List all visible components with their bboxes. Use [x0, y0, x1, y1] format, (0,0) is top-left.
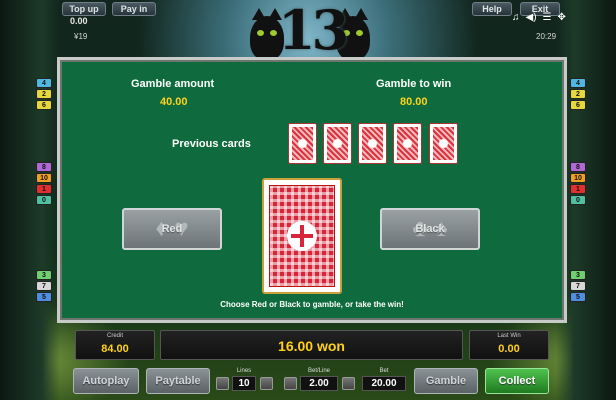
payline-badge[interactable]: 4: [36, 78, 52, 88]
payline-badge[interactable]: 5: [570, 292, 586, 302]
red-button-label: Red: [161, 223, 183, 235]
previous-card: [393, 123, 422, 164]
paylines-right-top: 426: [570, 78, 588, 110]
card-back-emblem: [287, 221, 317, 251]
payline-badge[interactable]: 1: [570, 184, 586, 194]
credit-box: Credit 84.00: [75, 330, 155, 360]
paylines-right-bot: 375: [570, 270, 588, 302]
paylines-left-top: 426: [36, 78, 54, 110]
bet-label: Bet: [379, 368, 389, 374]
top-up-value: 0.00: [70, 16, 88, 26]
collect-button[interactable]: Collect: [485, 368, 549, 394]
bet-line-decrease-button[interactable]: [284, 377, 297, 390]
payline-badge[interactable]: 0: [36, 195, 52, 205]
payline-badge[interactable]: 5: [36, 292, 52, 302]
lines-label: Lines: [236, 368, 252, 374]
payline-badge[interactable]: 6: [570, 100, 586, 110]
payline-badge[interactable]: 8: [570, 162, 586, 172]
system-icons: ♫ ◀) ☰ ✥: [512, 12, 566, 23]
bet-value: 20.00: [362, 376, 406, 391]
settings-icon[interactable]: ☰: [543, 12, 552, 23]
paylines-left-bot: 375: [36, 270, 54, 302]
payline-badge[interactable]: 7: [36, 281, 52, 291]
lines-increase-button[interactable]: [260, 377, 273, 390]
lines-decrease-button[interactable]: [216, 377, 229, 390]
paytable-button[interactable]: Paytable: [146, 368, 210, 394]
payline-badge[interactable]: 4: [570, 78, 586, 88]
payline-badge[interactable]: 3: [570, 270, 586, 280]
last-win-label: Last Win: [497, 333, 521, 339]
previous-card: [358, 123, 387, 164]
gamble-card: [262, 178, 342, 294]
payline-badge[interactable]: 2: [36, 89, 52, 99]
payline-badge[interactable]: 2: [570, 89, 586, 99]
lines-value: 10: [232, 376, 256, 391]
payline-badge[interactable]: 8: [36, 162, 52, 172]
bet-line-control: Bet/Line 2.00: [300, 368, 338, 391]
gamble-hint: Choose Red or Black to gamble, or take t…: [220, 300, 404, 309]
game-logo: 13: [250, 0, 370, 62]
bet-line-increase-button[interactable]: [342, 377, 355, 390]
top-up-button[interactable]: Top up: [62, 2, 106, 16]
gamble-panel: Gamble amount 40.00 Gamble to win 80.00 …: [57, 57, 567, 323]
music-icon[interactable]: ♫: [512, 12, 520, 23]
red-button[interactable]: ♦ ♥ Red: [122, 208, 222, 250]
payline-badge[interactable]: 0: [570, 195, 586, 205]
fullscreen-icon[interactable]: ✥: [558, 12, 566, 23]
clock: 20:29: [536, 32, 557, 41]
gamble-amount-value: 40.00: [160, 96, 188, 108]
gamble-amount-label: Gamble amount: [131, 78, 215, 90]
payline-badge[interactable]: 3: [36, 270, 52, 280]
sound-icon[interactable]: ◀): [526, 12, 537, 23]
last-win-box: Last Win 0.00: [469, 330, 549, 360]
paylines-right-mid: 8 10 1 0: [570, 162, 588, 205]
pay-in-button[interactable]: Pay in: [112, 2, 156, 16]
previous-cards-label: Previous cards: [172, 138, 251, 150]
win-display: 16.00 won: [160, 330, 463, 360]
paylines-left-mid: 8 10 1 0: [36, 162, 54, 205]
gamble-button[interactable]: Gamble: [414, 368, 478, 394]
payline-badge[interactable]: 10: [36, 173, 52, 183]
gamble-to-win-value: 80.00: [400, 96, 428, 108]
previous-card: [429, 123, 458, 164]
help-button[interactable]: Help: [472, 2, 512, 16]
bet-line-label: Bet/Line: [307, 368, 331, 374]
lines-control: Lines 10: [232, 368, 256, 391]
payline-badge[interactable]: 6: [36, 100, 52, 110]
bet-line-value: 2.00: [300, 376, 338, 391]
gamble-to-win-label: Gamble to win: [376, 78, 452, 90]
black-button-label: Black: [415, 223, 445, 235]
logo-number: 13: [278, 0, 349, 62]
credit-label: Credit: [106, 333, 123, 339]
previous-card: [288, 123, 317, 164]
balance-small: ¥19: [74, 32, 88, 41]
bet-control: Bet 20.00: [362, 368, 406, 391]
payline-badge[interactable]: 1: [36, 184, 52, 194]
payline-badge[interactable]: 7: [570, 281, 586, 291]
autoplay-button[interactable]: Autoplay: [73, 368, 139, 394]
black-button[interactable]: ♣ ♠ Black: [380, 208, 480, 250]
payline-badge[interactable]: 10: [570, 173, 586, 183]
previous-card: [323, 123, 352, 164]
credit-value: 84.00: [101, 343, 129, 355]
last-win-value: 0.00: [498, 343, 520, 355]
